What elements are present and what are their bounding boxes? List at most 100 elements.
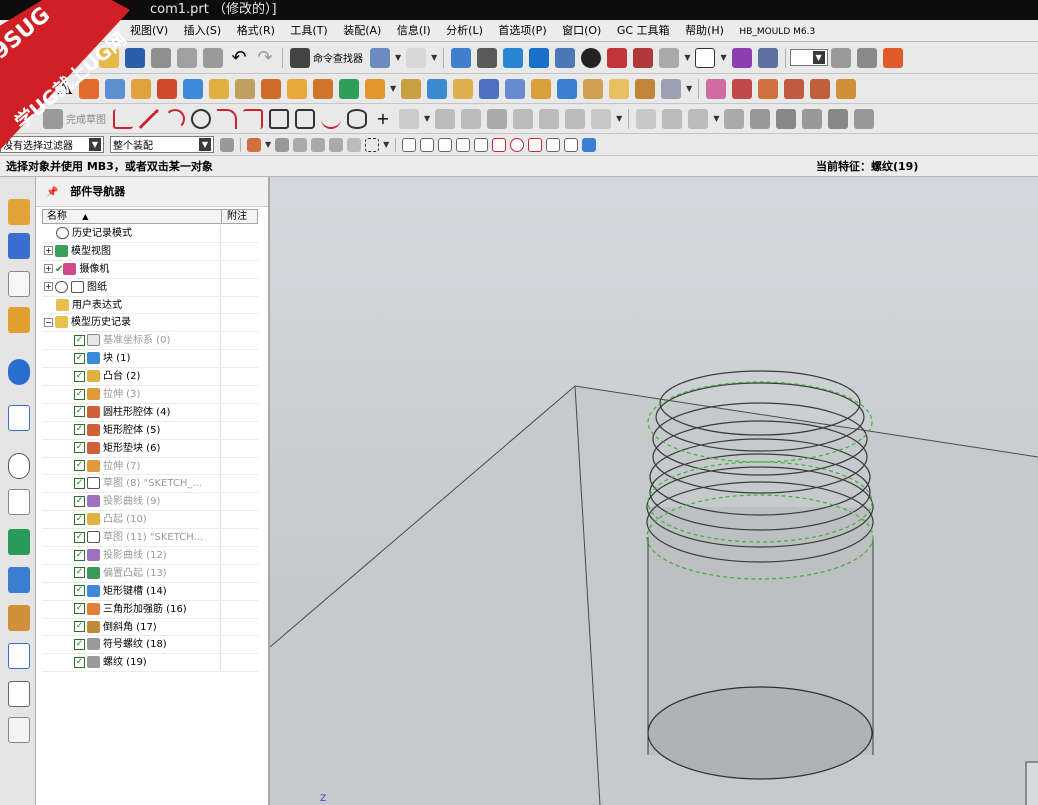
checkbox[interactable]: ✓ [74, 334, 85, 346]
column-note[interactable]: 附注 [221, 210, 259, 223]
marquee-icon[interactable] [365, 137, 380, 152]
tree-row-feature[interactable]: ✓ 基准坐标系 (0) [42, 332, 258, 351]
snap-line-icon[interactable] [438, 137, 453, 152]
redo-icon[interactable]: ↷ [255, 47, 275, 68]
snap-quadrant-icon[interactable] [492, 137, 507, 152]
drawing-icon[interactable] [750, 108, 771, 129]
chevron-down-icon[interactable]: ▼ [713, 114, 719, 123]
offset-curve-icon[interactable] [399, 108, 419, 129]
layer-select[interactable]: ▼ [789, 49, 828, 66]
tree-row-feature[interactable]: ✓ 拉伸 (7) [42, 457, 258, 476]
arc-icon[interactable] [165, 108, 185, 129]
menu-insert[interactable]: 插入(S) [178, 20, 228, 42]
system-scenes-icon[interactable] [8, 643, 30, 669]
chevron-down-icon[interactable]: ▼ [684, 53, 690, 62]
info-icon[interactable] [406, 47, 427, 68]
pattern-curve-icon[interactable] [435, 108, 456, 129]
clip-icon[interactable] [757, 47, 778, 68]
extra-resource-icon[interactable] [8, 717, 30, 743]
tree-row-feature[interactable]: ✓ 矩形键槽 (14) [42, 582, 258, 601]
spline-icon[interactable] [321, 109, 341, 129]
mirror-curve-icon[interactable] [461, 108, 482, 129]
system-materials-icon[interactable] [8, 489, 30, 515]
shaded-icon[interactable] [503, 47, 524, 68]
background-icon[interactable] [695, 47, 716, 68]
checkbox[interactable]: ✓ [74, 656, 85, 668]
manufacturing-wizard-icon[interactable] [8, 567, 30, 593]
constraint-icon[interactable] [662, 108, 683, 129]
quick-extend-icon[interactable] [539, 108, 560, 129]
wire-icon[interactable] [555, 47, 576, 68]
copy-icon[interactable] [177, 47, 197, 68]
red-cube-icon[interactable] [607, 47, 628, 68]
block-icon[interactable] [182, 78, 203, 99]
circle-icon[interactable] [191, 108, 211, 129]
menu-analysis[interactable]: 分析(L) [440, 20, 489, 42]
checkbox[interactable]: ✓ [74, 460, 85, 472]
render-style-icon[interactable] [477, 47, 498, 68]
fit-view-icon[interactable] [451, 47, 472, 68]
pin-icon[interactable]: 📌 [46, 178, 58, 208]
chevron-down-icon[interactable]: ▼ [616, 114, 622, 123]
derived-line-icon[interactable] [591, 108, 612, 129]
polygon-icon[interactable] [295, 108, 315, 129]
point-icon[interactable]: + [373, 109, 393, 129]
select-face-icon[interactable] [275, 137, 290, 152]
snap-center-icon[interactable] [510, 137, 525, 152]
annotation-icon[interactable] [776, 108, 797, 129]
sphere-icon[interactable] [581, 47, 602, 68]
part-navigator-icon[interactable] [8, 271, 30, 297]
undo-icon[interactable]: ↶ [229, 47, 249, 68]
tree-row-feature[interactable]: ✓ 矩形垫块 (6) [42, 439, 258, 458]
rectangle-icon[interactable] [269, 108, 289, 129]
shell-icon[interactable] [609, 78, 630, 99]
offset-face-icon[interactable] [836, 78, 857, 99]
touch-mode-icon[interactable] [370, 47, 390, 68]
select-point-icon[interactable] [347, 137, 362, 152]
select-body-icon[interactable] [329, 137, 344, 152]
intersect-icon[interactable] [531, 78, 552, 99]
revolve-icon[interactable] [130, 78, 151, 99]
tree-row-model-views[interactable]: + 模型视图 [42, 242, 258, 261]
tree-row-feature[interactable]: ✓ 投影曲线 (9) [42, 493, 258, 512]
project-icon[interactable] [487, 108, 508, 129]
offset-icon[interactable] [453, 78, 474, 99]
thicken-icon[interactable] [427, 78, 448, 99]
checkbox[interactable]: ✓ [74, 477, 85, 489]
tree-row-history-mode[interactable]: 历史记录模式 [42, 225, 258, 243]
chevron-down-icon[interactable]: ▼ [431, 53, 437, 62]
split-icon[interactable] [583, 78, 604, 99]
web-browser-icon[interactable] [8, 405, 30, 431]
sew-icon[interactable] [732, 78, 753, 99]
dimension-icon[interactable] [636, 108, 657, 129]
command-finder-label[interactable]: 命令查找器 [313, 50, 363, 65]
checkbox[interactable]: ✓ [74, 495, 85, 507]
fillet-icon[interactable] [217, 108, 237, 129]
collapse-icon[interactable]: − [44, 317, 53, 327]
checkbox[interactable]: ✓ [74, 585, 85, 597]
wcs-icon[interactable] [882, 47, 903, 68]
snap-icon[interactable] [247, 137, 261, 152]
snap-existing-icon[interactable] [528, 137, 543, 152]
tree-row-cameras[interactable]: + ✔ 摄像机 [42, 260, 258, 279]
subtract-icon[interactable] [505, 78, 526, 99]
tree-row-feature[interactable]: ✓ 草图 (11) "SKETCH... [42, 529, 258, 548]
make-corner-icon[interactable] [565, 108, 586, 129]
tree-row-feature[interactable]: ✓ 凸起 (10) [42, 511, 258, 530]
edge-blend-icon[interactable] [338, 78, 359, 99]
pad-icon[interactable] [234, 78, 255, 99]
column-name[interactable]: 名称 ▲ [47, 210, 88, 223]
roles-icon[interactable] [8, 605, 30, 631]
filter-icon[interactable] [220, 137, 234, 152]
view-orient-icon[interactable] [529, 47, 550, 68]
select-curve-icon[interactable] [311, 137, 326, 152]
datum-icon[interactable] [260, 78, 281, 99]
checkbox[interactable]: ✓ [74, 352, 85, 364]
reuse-library-icon[interactable] [8, 307, 30, 333]
menu-help[interactable]: 帮助(H) [679, 20, 730, 42]
select-edge-icon[interactable] [293, 137, 308, 152]
chevron-down-icon[interactable]: ▼ [686, 84, 692, 93]
snap-intersect-icon[interactable] [474, 137, 489, 152]
tree-row-feature[interactable]: ✓ 投影曲线 (12) [42, 547, 258, 565]
tree-row-feature[interactable]: ✓ 倒斜角 (17) [42, 618, 258, 637]
